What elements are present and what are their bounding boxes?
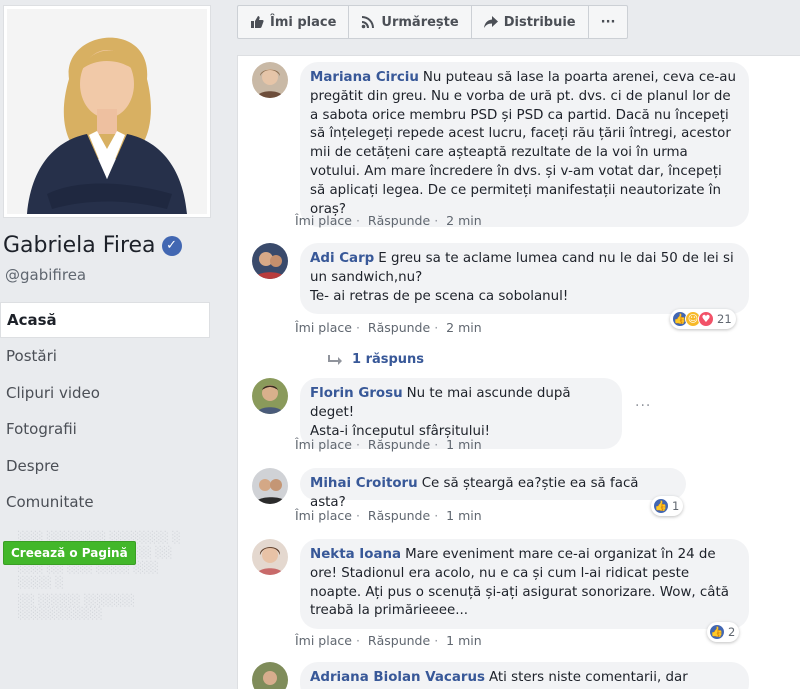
reaction-summary[interactable]: 👍 2 [707, 622, 740, 642]
reaction-summary[interactable]: 👍 ☺ ♥ 21 [670, 309, 736, 329]
comment-timestamp[interactable]: 2 min [446, 320, 482, 335]
avatar-picture [252, 468, 288, 504]
avatar-picture [252, 243, 288, 279]
comment-like-link[interactable]: Îmi place [295, 437, 352, 452]
follow-label: Urmărește [381, 14, 459, 30]
comment-reply-link[interactable]: Răspunde [368, 633, 430, 648]
comment-options-button[interactable]: ··· [635, 398, 651, 414]
verified-check-icon: ✓ [161, 235, 182, 256]
more-options-button[interactable]: ··· [589, 6, 628, 38]
like-page-label: Îmi place [270, 14, 337, 30]
nav-item-postari[interactable]: Postări [0, 338, 210, 375]
share-label: Distribuie [503, 14, 576, 30]
comment-reply-link[interactable]: Răspunde [368, 508, 430, 523]
nav-item-fotografii[interactable]: Fotografii [0, 411, 210, 448]
comment-author[interactable]: Florin Grosu [310, 386, 403, 401]
share-arrow-icon [483, 16, 498, 28]
comment-bubble: Mihai Croitoru Ce să șteargă ea?știe ea s… [300, 468, 686, 510]
comment-meta: Îmi place · Răspunde · 2 min [295, 320, 482, 335]
like-reaction-icon: 👍 [653, 498, 669, 514]
comment-bubble: Adi Carp E greu sa te aclame lumea cand n… [300, 243, 749, 315]
comment-bubble: Mariana Circiu Nu puteau să lase la poart… [300, 62, 749, 228]
comment-reply-link[interactable]: Răspunde [368, 213, 430, 228]
comment-author[interactable]: Mihai Croitoru [310, 476, 418, 491]
thumbs-up-icon [251, 16, 264, 28]
comment-like-link[interactable]: Îmi place [295, 320, 352, 335]
comment-timestamp[interactable]: 2 min [446, 213, 482, 228]
reaction-count: 1 [672, 499, 680, 513]
nav-item-clipuri-video[interactable]: Clipuri video [0, 375, 210, 412]
nav-item-acasa[interactable]: Acasă [0, 302, 210, 338]
commenter-avatar[interactable] [252, 378, 288, 414]
nav-item-comunitate[interactable]: Comunitate [0, 484, 210, 521]
like-reaction-icon: 👍 [709, 624, 725, 640]
create-page-button[interactable]: Creează o Pagină [3, 541, 136, 565]
profile-photo[interactable] [3, 5, 211, 218]
follow-button[interactable]: Urmărește [349, 6, 472, 38]
comment-text-line-2: Te- ai retras de pe scena ca sobolanul! [310, 288, 569, 304]
avatar-picture [252, 539, 288, 575]
love-reaction-icon: ♥ [698, 311, 714, 327]
like-page-button[interactable]: Îmi place [238, 6, 350, 38]
share-button[interactable]: Distribuie [472, 6, 589, 38]
profile-picture-illustration [7, 9, 207, 214]
reply-arrow-icon [328, 354, 342, 365]
comment-like-link[interactable]: Îmi place [295, 633, 352, 648]
comment-like-link[interactable]: Îmi place [295, 508, 352, 523]
commenter-avatar[interactable] [252, 539, 288, 575]
replies-count-label: 1 răspuns [352, 352, 425, 367]
page-name-text[interactable]: Gabriela Firea [3, 233, 156, 258]
comment-meta: Îmi place · Răspunde · 1 min [295, 508, 482, 523]
left-column: Gabriela Firea ✓ @gabifirea Acasă Postăr… [0, 0, 218, 689]
page-nav: Acasă Postări Clipuri video Fotografii D… [0, 302, 210, 521]
comment-meta: Îmi place · Răspunde · 1 min [295, 633, 482, 648]
comment-bubble: Adriana Biolan Vacarus Ati sters niste co… [300, 662, 749, 689]
comment-author[interactable]: Adriana Biolan Vacarus [310, 670, 485, 685]
avatar-picture [252, 62, 288, 98]
commenter-avatar[interactable] [252, 662, 288, 689]
comment-timestamp[interactable]: 1 min [446, 633, 482, 648]
faded-background-text-2: ░░ ░░░░░ ░░░░░░ ░░░░░░░░░░ [18, 594, 135, 620]
page-username[interactable]: @gabifirea [5, 266, 86, 284]
comment-author[interactable]: Mariana Circiu [310, 70, 419, 85]
avatar-picture [252, 662, 288, 689]
comment-reply-link[interactable]: Răspunde [368, 437, 430, 452]
avatar-picture [252, 378, 288, 414]
comment-meta: Îmi place · Răspunde · 1 min [295, 437, 482, 452]
comment-reply-link[interactable]: Răspunde [368, 320, 430, 335]
comment-meta: Îmi place · Răspunde · 2 min [295, 213, 482, 228]
commenter-avatar[interactable] [252, 468, 288, 504]
page-title[interactable]: Gabriela Firea ✓ [3, 233, 182, 258]
reaction-summary[interactable]: 👍 1 [651, 496, 684, 516]
comment-timestamp[interactable]: 1 min [446, 508, 482, 523]
reaction-count: 21 [717, 312, 732, 326]
comment-author[interactable]: Nekta Ioana [310, 547, 401, 562]
commenter-avatar[interactable] [252, 243, 288, 279]
comment-timestamp[interactable]: 1 min [446, 437, 482, 452]
view-replies-link[interactable]: 1 răspuns [328, 352, 424, 367]
nav-item-despre[interactable]: Despre [0, 448, 210, 485]
reaction-count: 2 [728, 625, 736, 639]
comments-panel: Mariana Circiu Nu puteau să lase la poart… [237, 55, 800, 689]
rss-follow-icon [362, 16, 375, 29]
comment-text: Nu puteau să lase la poarta arenei, ceva… [310, 70, 736, 217]
page-action-bar: Îmi place Urmărește Distribuie ··· [237, 5, 629, 39]
comment-author[interactable]: Adi Carp [310, 251, 374, 266]
comment-like-link[interactable]: Îmi place [295, 213, 352, 228]
comment-bubble: Nekta Ioana Mare eveniment mare ce-ai org… [300, 539, 749, 630]
commenter-avatar[interactable] [252, 62, 288, 98]
